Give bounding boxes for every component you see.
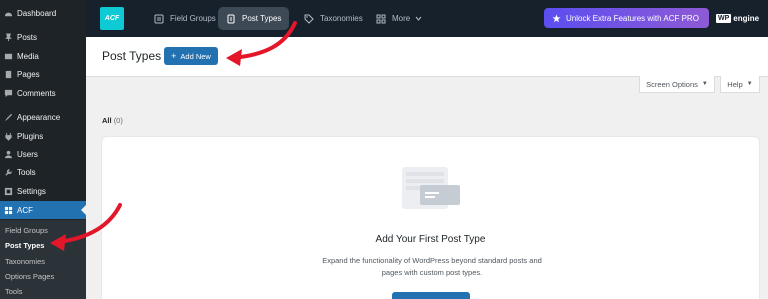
page-header: Post Types + Add New bbox=[86, 37, 768, 77]
settings-icon bbox=[4, 187, 13, 196]
tab-field-groups[interactable]: Field Groups bbox=[148, 7, 222, 30]
tab-label: Field Groups bbox=[170, 14, 216, 23]
grid-icon bbox=[376, 14, 386, 24]
menu-comments[interactable]: Comments bbox=[0, 84, 86, 102]
submenu-taxonomies[interactable]: Taxonomies bbox=[5, 257, 45, 266]
page-title: Post Types bbox=[102, 49, 162, 63]
chevron-down-icon bbox=[415, 14, 422, 23]
add-new-label: Add New bbox=[180, 51, 211, 61]
post-types-icon bbox=[226, 14, 236, 24]
plus-icon: + bbox=[171, 51, 177, 61]
empty-state-title: Add Your First Post Type bbox=[375, 234, 486, 245]
menu-label: Pages bbox=[17, 69, 40, 79]
menu-posts[interactable]: Posts bbox=[0, 28, 86, 46]
tab-more[interactable]: More bbox=[370, 7, 428, 30]
field-groups-icon bbox=[154, 14, 164, 24]
menu-media[interactable]: Media bbox=[0, 47, 86, 65]
unlock-pro-button[interactable]: Unlock Extra Features with ACF PRO bbox=[544, 8, 709, 28]
wpengine-mark: WP bbox=[716, 13, 732, 23]
filter-all-label: All bbox=[102, 116, 112, 125]
menu-label: Comments bbox=[17, 88, 56, 98]
submenu-field-groups[interactable]: Field Groups bbox=[5, 226, 48, 235]
unlock-label: Unlock Extra Features with ACF PRO bbox=[566, 13, 699, 23]
empty-state-description: Expand the functionality of WordPress be… bbox=[322, 256, 542, 277]
submenu-options-pages[interactable]: Options Pages bbox=[5, 272, 54, 281]
menu-label: Media bbox=[17, 51, 39, 61]
menu-label: Appearance bbox=[17, 112, 61, 122]
menu-label: Dashboard bbox=[17, 8, 57, 18]
menu-label: Users bbox=[17, 149, 38, 159]
users-icon bbox=[4, 150, 13, 159]
add-new-button[interactable]: + Add New bbox=[164, 47, 218, 65]
pin-icon bbox=[4, 32, 13, 42]
star-icon bbox=[552, 13, 561, 23]
filter-all-count: (0) bbox=[113, 116, 123, 125]
menu-label: Settings bbox=[17, 186, 46, 196]
menu-acf[interactable]: ACF bbox=[0, 201, 86, 219]
wpengine-logo[interactable]: WP engine bbox=[716, 11, 759, 25]
submenu-tools[interactable]: Tools bbox=[5, 287, 23, 296]
wpengine-text: engine bbox=[733, 13, 760, 23]
menu-appearance[interactable]: Appearance bbox=[0, 108, 86, 126]
acf-logo[interactable]: ACF bbox=[100, 7, 124, 30]
tab-label: Taxonomies bbox=[320, 14, 363, 23]
tab-label: Post Types bbox=[242, 14, 282, 23]
acf-topbar: ACF Field Groups Post Types Taxonomies M… bbox=[86, 0, 768, 37]
post-type-illustration bbox=[402, 167, 460, 209]
help-button[interactable]: Help ▼ bbox=[720, 76, 760, 93]
plugin-icon bbox=[4, 132, 13, 141]
menu-label: ACF bbox=[17, 205, 33, 215]
menu-tools[interactable]: Tools bbox=[0, 163, 86, 181]
empty-state-panel: Add Your First Post Type Expand the func… bbox=[101, 136, 760, 299]
menu-plugins[interactable]: Plugins bbox=[0, 127, 86, 145]
admin-sidebar: Dashboard Posts Media Pages Comments App… bbox=[0, 0, 86, 299]
tab-post-types[interactable]: Post Types bbox=[218, 7, 290, 30]
filter-all[interactable]: All (0) bbox=[102, 116, 123, 125]
tag-icon bbox=[304, 14, 314, 24]
wrench-icon bbox=[4, 168, 13, 177]
menu-settings[interactable]: Settings bbox=[0, 182, 86, 200]
tab-label: More bbox=[392, 14, 411, 23]
menu-label: Plugins bbox=[17, 131, 44, 141]
screen-options-button[interactable]: Screen Options ▼ bbox=[639, 76, 715, 93]
acf-submenu: Field Groups Post Types Taxonomies Optio… bbox=[0, 220, 86, 299]
caret-down-icon: ▼ bbox=[746, 81, 753, 87]
comment-icon bbox=[4, 89, 13, 98]
brush-icon bbox=[4, 113, 13, 122]
menu-users[interactable]: Users bbox=[0, 145, 86, 163]
pages-icon bbox=[4, 70, 13, 79]
caret-down-icon: ▼ bbox=[701, 81, 708, 87]
media-icon bbox=[4, 52, 13, 61]
add-post-type-button[interactable] bbox=[392, 292, 470, 299]
submenu-post-types[interactable]: Post Types bbox=[5, 241, 44, 250]
menu-label: Posts bbox=[17, 32, 38, 42]
menu-label: Tools bbox=[17, 167, 36, 177]
screen-options-label: Screen Options bbox=[646, 79, 698, 89]
tab-taxonomies[interactable]: Taxonomies bbox=[298, 7, 369, 30]
menu-pages[interactable]: Pages bbox=[0, 65, 86, 83]
dashboard-icon bbox=[4, 9, 13, 18]
acf-grid-icon bbox=[4, 206, 13, 215]
help-label: Help bbox=[727, 79, 743, 89]
menu-dashboard[interactable]: Dashboard bbox=[0, 4, 86, 22]
